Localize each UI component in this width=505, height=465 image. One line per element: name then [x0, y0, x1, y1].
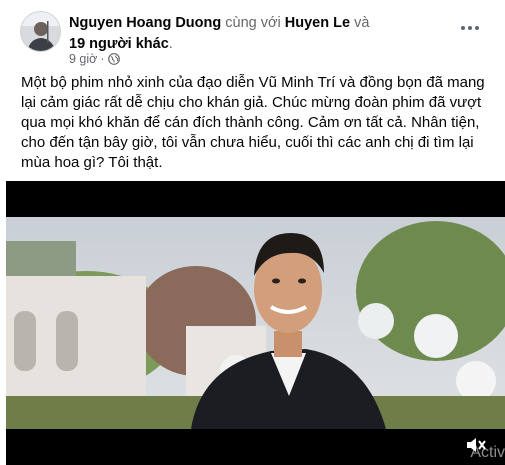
more-dot — [475, 26, 479, 30]
more-options-icon[interactable] — [455, 18, 485, 38]
facebook-post: Nguyen Hoang Duong cùng với Huyen Le và … — [0, 0, 505, 465]
avatar-photo — [21, 12, 60, 51]
post-header: Nguyen Hoang Duong cùng với Huyen Le và … — [69, 13, 459, 55]
more-dot — [468, 26, 472, 30]
meta-separator: · — [100, 52, 105, 66]
post-body: Một bộ phim nhỏ xinh của đạo diễn Vũ Min… — [21, 74, 485, 171]
watermark-text: Activ — [470, 444, 505, 461]
video-frame — [6, 181, 505, 465]
tagged-user[interactable]: Huyen Le — [285, 15, 350, 31]
post-timestamp[interactable]: 9 giờ — [69, 52, 97, 66]
globe-icon[interactable] — [107, 53, 120, 65]
and-text: và — [354, 15, 370, 31]
author-avatar[interactable] — [20, 11, 61, 52]
header-period: . — [168, 36, 173, 52]
tagged-others[interactable]: 19 người khác — [69, 36, 169, 52]
more-dot — [461, 26, 465, 30]
video-player[interactable]: Activ — [6, 181, 505, 465]
author-name[interactable]: Nguyen Hoang Duong — [69, 15, 221, 31]
with-text: cùng với — [225, 15, 281, 31]
post-meta: 9 giờ · — [69, 52, 120, 66]
